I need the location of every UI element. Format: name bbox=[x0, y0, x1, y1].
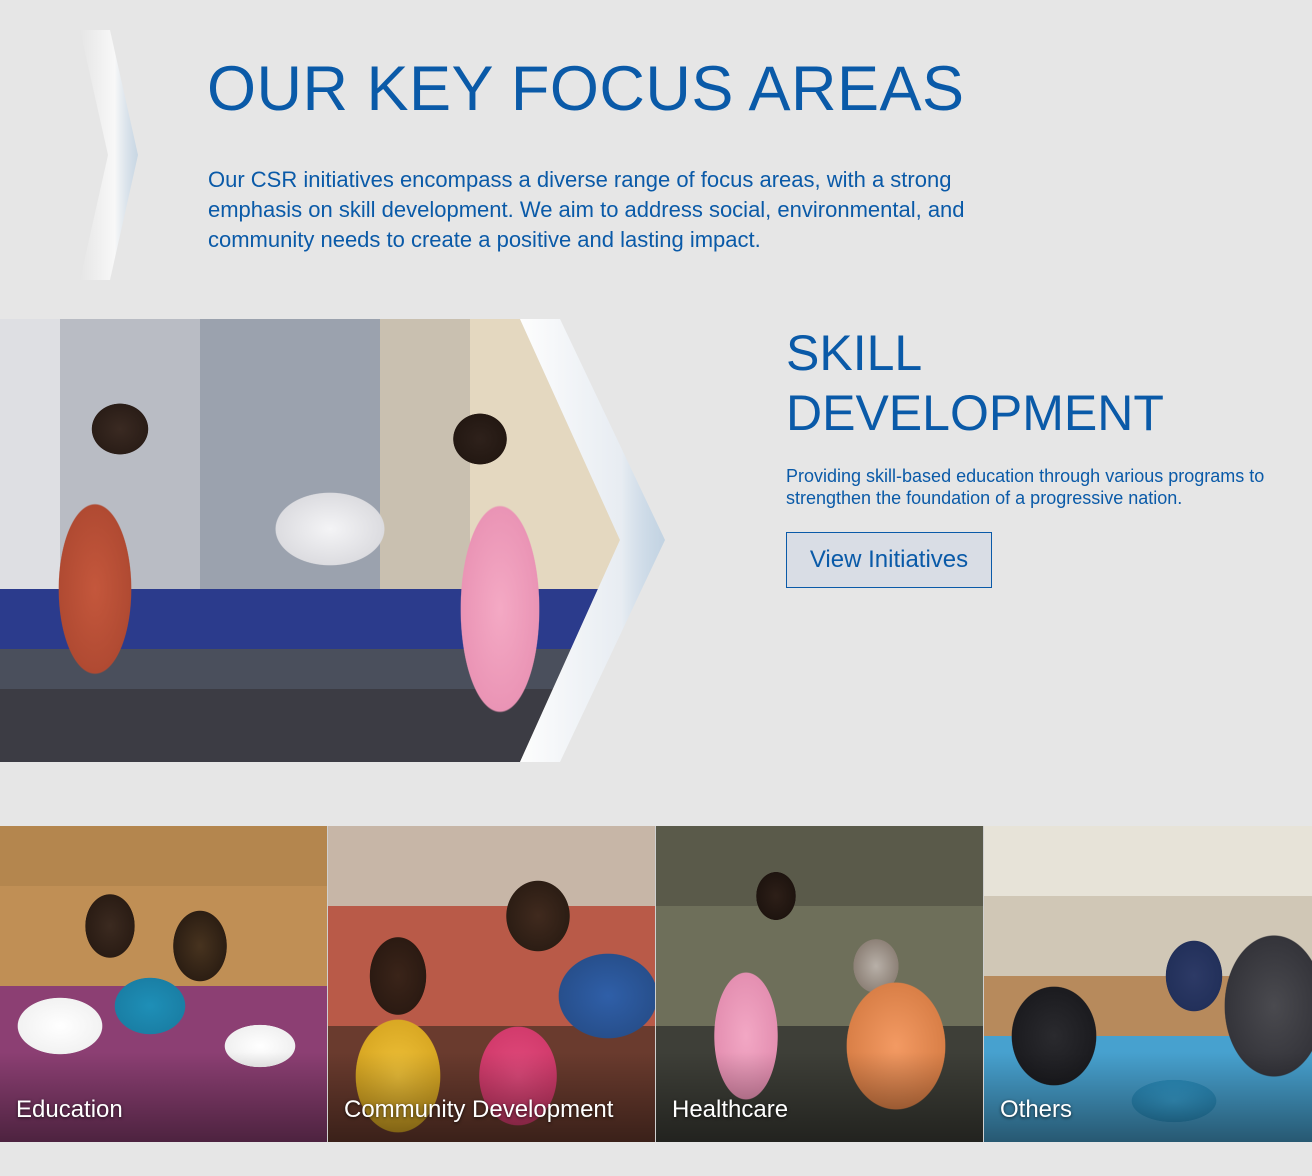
focus-tile-education[interactable]: Education bbox=[0, 826, 328, 1142]
view-initiatives-button[interactable]: View Initiatives bbox=[786, 532, 992, 588]
focus-tile-healthcare[interactable]: Healthcare bbox=[656, 826, 984, 1142]
focus-tile-community-development[interactable]: Community Development bbox=[328, 826, 656, 1142]
focus-tile-label: Community Development bbox=[344, 1096, 614, 1123]
focus-tile-others[interactable]: Others bbox=[984, 826, 1312, 1142]
education-photo bbox=[0, 826, 327, 1142]
focus-tile-label: Education bbox=[16, 1096, 123, 1123]
intro-paragraph: Our CSR initiatives encompass a diverse … bbox=[208, 167, 965, 252]
healthcare-photo bbox=[656, 826, 983, 1142]
focus-tile-label: Healthcare bbox=[672, 1096, 789, 1123]
community-development-photo bbox=[328, 826, 655, 1142]
others-photo bbox=[984, 826, 1312, 1142]
hero-image-container bbox=[0, 319, 680, 762]
hero-chevron-frame-icon bbox=[520, 319, 665, 762]
section-title: SKILL DEVELOPMENT bbox=[786, 325, 1164, 441]
section-description: Providing skill-based education through … bbox=[786, 466, 1265, 508]
page-title: OUR KEY FOCUS AREAS bbox=[207, 54, 965, 124]
focus-area-tiles: Education Community Development Healthca… bbox=[0, 826, 1312, 1142]
chevron-decoration-icon bbox=[80, 30, 138, 280]
focus-tile-label: Others bbox=[1000, 1096, 1073, 1123]
